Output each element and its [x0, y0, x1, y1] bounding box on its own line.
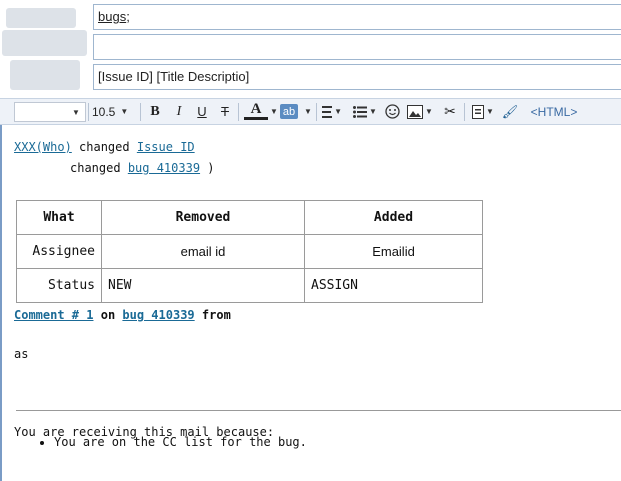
picture-icon — [407, 104, 424, 119]
image-icon[interactable]: ▼ — [406, 102, 434, 121]
list-icon[interactable]: ▼ — [352, 102, 378, 121]
table-row: Status NEW ASSIGN — [16, 268, 483, 303]
change-table: What Removed Added Assignee email id Ema… — [16, 200, 483, 303]
strikethrough-icon[interactable]: T — [217, 102, 233, 121]
font-color-icon[interactable]: A — [244, 101, 268, 120]
comment-bug-link[interactable]: bug 410339 — [122, 308, 194, 322]
bullet-list-icon — [353, 105, 368, 118]
blur-patch — [10, 60, 80, 90]
chevron-down-icon: ▼ — [369, 107, 377, 116]
highlight-icon[interactable]: ab — [280, 104, 298, 119]
chevron-down-icon[interactable]: ▼ — [270, 102, 278, 121]
chevron-down-icon: ▼ — [120, 107, 129, 116]
comment-header: Comment # 1 on bug 410339 from — [14, 308, 231, 322]
column-header: Removed — [101, 200, 305, 235]
subject-value: [Issue ID] [Title Descriptio] — [98, 69, 250, 84]
blur-patch — [2, 30, 87, 56]
on-text: on — [100, 308, 116, 322]
divider — [16, 410, 621, 411]
toolbar-divider — [464, 103, 465, 121]
strike-label: T — [221, 104, 229, 119]
editor-body[interactable]: XXX(Who) changed Issue ID changed bug 41… — [0, 125, 621, 481]
blur-patch — [6, 8, 76, 28]
highlight-label: ab — [282, 105, 296, 118]
toolbar-divider — [140, 103, 141, 121]
table-row: Assignee email id Emailid — [16, 234, 483, 269]
column-header: Added — [304, 200, 483, 235]
emoji-icon[interactable] — [383, 102, 401, 121]
align-icon[interactable]: ▼ — [322, 102, 342, 121]
font-size-value: 10.5 — [92, 104, 116, 119]
toolbar-divider — [316, 103, 317, 121]
table-cell: ASSIGN — [304, 268, 483, 303]
to-field[interactable]: bugs; — [93, 4, 621, 30]
from-text: from — [201, 308, 231, 322]
comment-link[interactable]: Comment # 1 — [14, 308, 93, 322]
table-cell: NEW — [101, 268, 305, 303]
align-left-icon — [322, 105, 333, 118]
scissors-icon[interactable]: ✂ — [441, 102, 459, 121]
toolbar-divider — [88, 103, 89, 121]
italic-icon[interactable]: I — [171, 102, 187, 121]
change-line-2: changed bug 410339 ) — [70, 161, 215, 175]
chevron-down-icon: ▼ — [486, 107, 494, 116]
italic-label: I — [176, 103, 182, 119]
format-painter-icon[interactable]: 🖌 — [501, 102, 519, 121]
font-size-select[interactable]: 10.5 ▼ — [92, 102, 136, 121]
html-mode-label: <HTML> — [530, 104, 578, 119]
html-mode-toggle[interactable]: <HTML> — [527, 102, 581, 121]
chevron-down-icon: ▼ — [425, 107, 433, 116]
bold-label: B — [150, 103, 160, 119]
who-link[interactable]: XXX(Who) — [14, 140, 72, 154]
chevron-down-icon: ▼ — [72, 107, 80, 117]
table-cell: email id — [101, 234, 305, 269]
bold-icon[interactable]: B — [147, 102, 163, 121]
chevron-down-icon[interactable]: ▼ — [304, 102, 312, 121]
table-cell: Assignee — [16, 234, 102, 269]
format-toolbar: ▼ 10.5 ▼ B I U T A ▼ ab ▼ ▼ ▼ ▼ ✂ ▼ 🖌 <HT… — [0, 98, 621, 125]
column-header: What — [16, 200, 102, 235]
font-color-label: A — [250, 101, 262, 117]
table-cell: Status — [16, 268, 102, 303]
underline-icon[interactable]: U — [194, 102, 210, 121]
changed-text: changed — [70, 161, 121, 175]
bug-link[interactable]: bug 410339 — [128, 161, 200, 175]
to-field-value: bugs — [98, 9, 127, 24]
chevron-down-icon: ▼ — [334, 107, 342, 116]
insert-icon[interactable]: ▼ — [470, 102, 496, 121]
to-field-separator: ; — [126, 9, 130, 24]
close-paren: ) — [207, 161, 215, 175]
comment-text: as — [14, 347, 29, 361]
table-cell: Emailid — [304, 234, 483, 269]
font-family-select[interactable]: ▼ — [14, 102, 86, 122]
change-line-1: XXX(Who) changed Issue ID — [14, 140, 195, 154]
table-header-row: What Removed Added — [16, 200, 483, 235]
subject-field[interactable]: [Issue ID] [Title Descriptio] — [93, 64, 621, 90]
cc-field[interactable] — [93, 34, 621, 60]
smiley-icon — [384, 104, 400, 119]
issue-link[interactable]: Issue ID — [137, 140, 195, 154]
underline-label: U — [197, 104, 207, 119]
obscured-header-labels — [0, 0, 93, 98]
document-icon — [472, 104, 485, 119]
changed-text: changed — [79, 140, 130, 154]
list-item: You are on the CC list for the bug. — [54, 435, 307, 449]
footer-reason-list: You are on the CC list for the bug. — [14, 435, 307, 449]
toolbar-divider — [238, 103, 239, 121]
